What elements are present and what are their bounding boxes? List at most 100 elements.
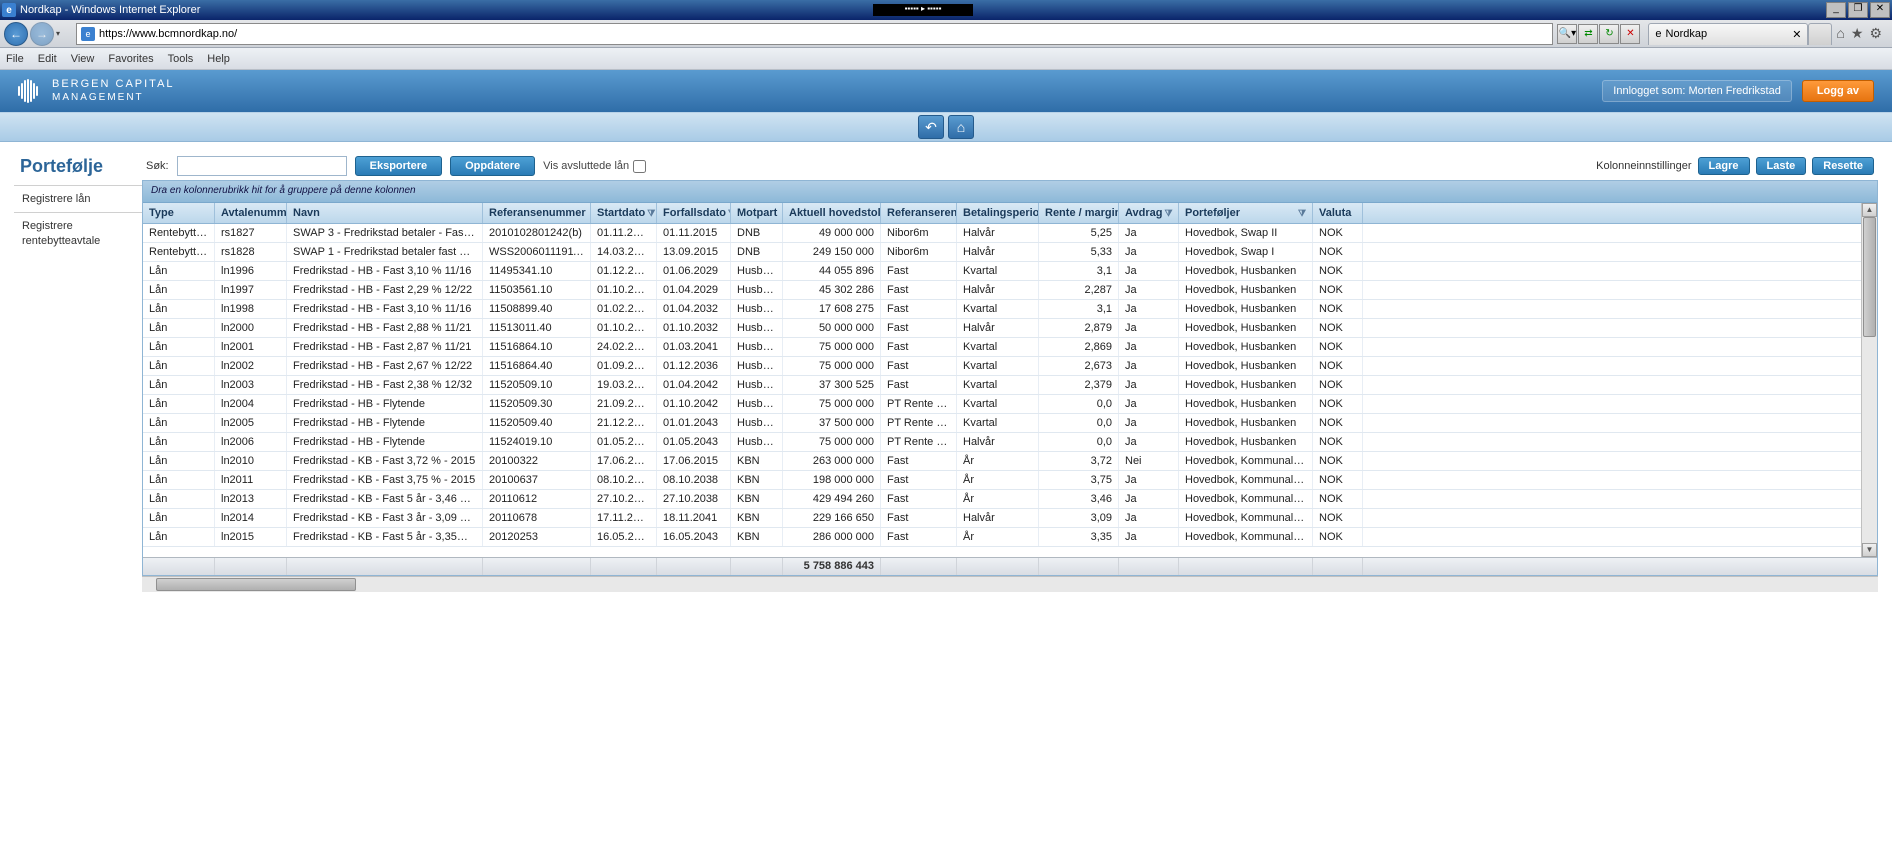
close-window-button[interactable]: ✕ xyxy=(1870,2,1890,18)
sidebar-item-0[interactable]: Registrere lån xyxy=(14,185,142,212)
cell: DNB xyxy=(731,224,783,242)
stop-button[interactable]: ✕ xyxy=(1620,24,1640,44)
table-row[interactable]: Lånln2004Fredrikstad - HB - Flytende1152… xyxy=(143,395,1877,414)
filter-icon[interactable]: ⧩ xyxy=(1165,208,1173,219)
cell: Fast xyxy=(881,376,957,394)
cell: 08.10.2010 xyxy=(591,471,657,489)
reset-button[interactable]: Resette xyxy=(1812,157,1874,175)
table-row[interactable]: Lånln2005Fredrikstad - HB - Flytende1152… xyxy=(143,414,1877,433)
table-row[interactable]: Rentebytteavtalers1827SWAP 3 - Fredrikst… xyxy=(143,224,1877,243)
update-button[interactable]: Oppdatere xyxy=(450,156,535,176)
menu-view[interactable]: View xyxy=(71,53,95,65)
scroll-down-arrow[interactable]: ▼ xyxy=(1862,543,1877,557)
column-header-9[interactable]: Betalingsperioder xyxy=(957,203,1039,223)
cell: 3,1 xyxy=(1039,300,1119,318)
new-tab-button[interactable] xyxy=(1808,23,1832,45)
load-button[interactable]: Laste xyxy=(1756,157,1807,175)
table-row[interactable]: Lånln1997Fredrikstad - HB - Fast 2,29 % … xyxy=(143,281,1877,300)
table-row[interactable]: Lånln1996Fredrikstad - HB - Fast 3,10 % … xyxy=(143,262,1877,281)
browser-tab[interactable]: e Nordkap ✕ xyxy=(1648,23,1808,45)
footer-cell xyxy=(215,558,287,575)
group-panel[interactable]: Dra en kolonnerubrikk hit for å gruppere… xyxy=(143,181,1877,203)
table-row[interactable]: Lånln2015Fredrikstad - KB - Fast 5 år - … xyxy=(143,528,1877,547)
cell: Hovedbok, Swap II xyxy=(1179,224,1313,242)
window-title: Nordkap - Windows Internet Explorer xyxy=(20,4,873,16)
scroll-up-arrow[interactable]: ▲ xyxy=(1862,203,1877,217)
cell: 75 000 000 xyxy=(783,338,881,356)
tab-close-icon[interactable]: ✕ xyxy=(1792,28,1801,41)
table-row[interactable]: Lånln2010Fredrikstad - KB - Fast 3,72 % … xyxy=(143,452,1877,471)
scroll-thumb[interactable] xyxy=(1863,217,1876,337)
refresh-button[interactable]: ↻ xyxy=(1599,24,1619,44)
cell: Fredrikstad - KB - Fast 3,72 % - 2015 xyxy=(287,452,483,470)
table-row[interactable]: Lånln2013Fredrikstad - KB - Fast 5 år - … xyxy=(143,490,1877,509)
address-bar[interactable]: e xyxy=(76,23,1553,45)
cell: Ja xyxy=(1119,338,1179,356)
cell: 01.01.2043 xyxy=(657,414,731,432)
menu-help[interactable]: Help xyxy=(207,53,230,65)
grid-header: TypeAvtalenummerNavnReferansenummerStart… xyxy=(143,203,1877,224)
table-row[interactable]: Lånln2002Fredrikstad - HB - Fast 2,67 % … xyxy=(143,357,1877,376)
url-input[interactable] xyxy=(99,28,1548,40)
hscroll-thumb[interactable] xyxy=(156,578,356,591)
vertical-scrollbar[interactable]: ▲ ▼ xyxy=(1861,203,1877,557)
table-row[interactable]: Lånln2003Fredrikstad - HB - Fast 2,38 % … xyxy=(143,376,1877,395)
filter-icon[interactable]: ⧩ xyxy=(647,208,655,219)
search-input[interactable] xyxy=(177,156,347,176)
table-row[interactable]: Lånln2000Fredrikstad - HB - Fast 2,88 % … xyxy=(143,319,1877,338)
table-row[interactable]: Lånln2001Fredrikstad - HB - Fast 2,87 % … xyxy=(143,338,1877,357)
menu-tools[interactable]: Tools xyxy=(168,53,194,65)
nav-dropdown[interactable]: ▾ xyxy=(56,29,72,38)
column-header-5[interactable]: Forfallsdato⧩ xyxy=(657,203,731,223)
menu-favorites[interactable]: Favorites xyxy=(108,53,153,65)
forward-button[interactable]: → xyxy=(30,22,54,46)
cell: 11520509.30 xyxy=(483,395,591,413)
filter-icon[interactable]: ⧩ xyxy=(1298,208,1306,219)
horizontal-scrollbar[interactable] xyxy=(142,576,1878,592)
column-header-6[interactable]: Motpart xyxy=(731,203,783,223)
home-nav-button[interactable]: ⌂ xyxy=(948,115,974,139)
compat-button[interactable]: ⇄ xyxy=(1578,24,1598,44)
column-header-8[interactable]: Referanserente xyxy=(881,203,957,223)
cell: Hovedbok, Husbanken xyxy=(1179,414,1313,432)
cell: 01.11.2015 xyxy=(657,224,731,242)
restore-button[interactable]: ❐ xyxy=(1848,2,1868,18)
cell: NOK xyxy=(1313,262,1363,280)
table-row[interactable]: Lånln2014Fredrikstad - KB - Fast 3 år - … xyxy=(143,509,1877,528)
column-header-2[interactable]: Navn xyxy=(287,203,483,223)
menu-edit[interactable]: Edit xyxy=(38,53,57,65)
logout-button[interactable]: Logg av xyxy=(1802,80,1874,102)
column-header-3[interactable]: Referansenummer xyxy=(483,203,591,223)
minimize-button[interactable]: _ xyxy=(1826,2,1846,18)
cell: 17.06.2010 xyxy=(591,452,657,470)
cell: ln2002 xyxy=(215,357,287,375)
column-header-10[interactable]: Rente / margin⧩ xyxy=(1039,203,1119,223)
export-button[interactable]: Eksportere xyxy=(355,156,442,176)
cell: 01.03.2041 xyxy=(657,338,731,356)
column-header-4[interactable]: Startdato⧩ xyxy=(591,203,657,223)
table-row[interactable]: Lånln1998Fredrikstad - HB - Fast 3,10 % … xyxy=(143,300,1877,319)
table-row[interactable]: Rentebytteavtalers1828SWAP 1 - Fredrikst… xyxy=(143,243,1877,262)
save-button[interactable]: Lagre xyxy=(1698,157,1750,175)
cell: WSS20060111911443(b) xyxy=(483,243,591,261)
cell: 286 000 000 xyxy=(783,528,881,546)
cell: 11520509.40 xyxy=(483,414,591,432)
back-nav-button[interactable]: ↶ xyxy=(918,115,944,139)
column-header-0[interactable]: Type xyxy=(143,203,215,223)
column-header-7[interactable]: Aktuell hovedstol⧩ xyxy=(783,203,881,223)
menu-file[interactable]: File xyxy=(6,53,24,65)
column-header-11[interactable]: Avdrag⧩ xyxy=(1119,203,1179,223)
column-header-12[interactable]: Porteføljer⧩ xyxy=(1179,203,1313,223)
cell: PT Rente HB6m xyxy=(881,433,957,451)
column-header-13[interactable]: Valuta xyxy=(1313,203,1363,223)
search-dropdown[interactable]: 🔍▾ xyxy=(1557,24,1577,44)
table-row[interactable]: Lånln2006Fredrikstad - HB - Flytende1152… xyxy=(143,433,1877,452)
column-header-1[interactable]: Avtalenummer xyxy=(215,203,287,223)
home-icon[interactable]: ⌂ xyxy=(1836,25,1844,42)
tools-icon[interactable]: ⚙ xyxy=(1869,25,1882,42)
back-button[interactable]: ← xyxy=(4,22,28,46)
show-closed-checkbox[interactable] xyxy=(633,160,646,173)
table-row[interactable]: Lånln2011Fredrikstad - KB - Fast 3,75 % … xyxy=(143,471,1877,490)
favorites-icon[interactable]: ★ xyxy=(1851,25,1864,42)
sidebar-item-1[interactable]: Registrere rentebytteavtale xyxy=(14,212,142,254)
